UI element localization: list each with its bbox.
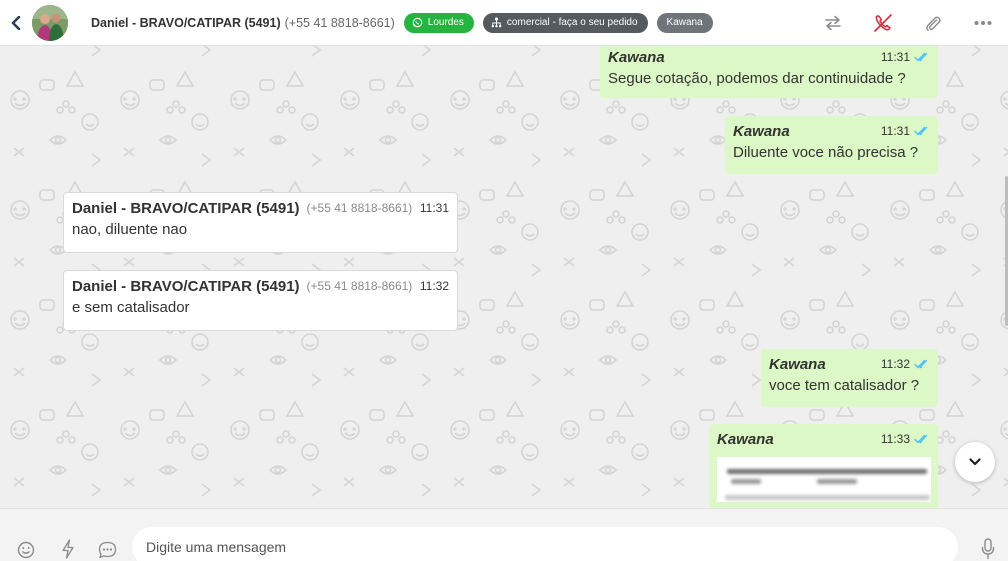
more-options-button[interactable]: [958, 0, 1008, 46]
chevron-down-icon: [969, 458, 981, 466]
quick-replies-button[interactable]: [57, 538, 79, 560]
attendant-badge-label: Kawana: [666, 17, 703, 28]
speech-bubble-icon: [98, 541, 116, 559]
message-text: nao, diluente nao: [72, 221, 188, 238]
lightning-icon: [62, 539, 74, 559]
incoming-message[interactable]: Daniel - BRAVO/CATIPAR (5491) (+55 41 88…: [63, 192, 458, 253]
read-receipt-icon: [914, 434, 930, 444]
message-sender: Kawana: [769, 355, 826, 373]
message-text: voce tem catalisador ?: [769, 377, 920, 394]
chat-bubble-button[interactable]: [96, 539, 118, 561]
paperclip-icon: [926, 16, 941, 31]
outgoing-image-message[interactable]: Kawana 11:33: [709, 424, 938, 508]
contact-name[interactable]: Daniel - BRAVO/CATIPAR (5491): [91, 16, 281, 30]
message-time: 11:31: [880, 50, 910, 64]
read-receipt-icon: [914, 52, 930, 62]
chevron-left-icon: [11, 15, 21, 30]
transfer-button[interactable]: [808, 0, 858, 46]
scroll-to-bottom-button[interactable]: [955, 442, 995, 482]
message-time: 11:31: [880, 124, 910, 138]
read-receipt-icon: [914, 359, 930, 369]
message-time: 11:33: [880, 432, 910, 446]
outgoing-message[interactable]: Kawana 11:31 Diluente voce não precisa ?: [725, 116, 938, 174]
message-composer: [0, 508, 1008, 561]
department-badge[interactable]: comercial - faça o seu pedido: [482, 12, 648, 33]
agent-badge[interactable]: Lourdes: [403, 12, 474, 33]
agent-badge-label: Lourdes: [427, 17, 464, 28]
image-attachment[interactable]: [717, 457, 931, 502]
more-icon: [974, 21, 992, 25]
phone-off-icon: [874, 14, 892, 32]
attendant-badge[interactable]: Kawana: [656, 12, 713, 33]
message-time: 11:32: [419, 279, 449, 293]
emoji-icon: [17, 541, 35, 559]
message-sender: Daniel - BRAVO/CATIPAR (5491): [72, 199, 300, 217]
message-sender: Kawana: [717, 430, 774, 448]
avatar-photo-icon: [32, 4, 68, 41]
message-input[interactable]: [132, 527, 958, 561]
chat-header: Daniel - BRAVO/CATIPAR (5491) (+55 41 88…: [0, 0, 1008, 46]
contact-avatar[interactable]: [32, 4, 68, 41]
department-badge-label: comercial - faça o seu pedido: [506, 17, 638, 28]
microphone-icon: [981, 538, 995, 560]
message-time: 11:32: [880, 357, 910, 371]
outgoing-message[interactable]: Kawana 11:32 voce tem catalisador ?: [761, 349, 938, 407]
whatsapp-icon: [412, 17, 423, 28]
message-text: Segue cotação, podemos dar continuidade …: [608, 70, 906, 87]
read-receipt-icon: [914, 126, 930, 136]
sitemap-icon: [491, 17, 502, 28]
emoji-button[interactable]: [15, 539, 37, 561]
attach-button[interactable]: [908, 0, 958, 46]
message-sender: Daniel - BRAVO/CATIPAR (5491): [72, 277, 300, 295]
outgoing-message[interactable]: Kawana 11:31 Segue cotação, podemos dar …: [600, 46, 938, 98]
message-sender: Kawana: [733, 122, 790, 140]
message-time: 11:31: [419, 201, 449, 215]
header-actions: [808, 0, 1008, 46]
incoming-message[interactable]: Daniel - BRAVO/CATIPAR (5491) (+55 41 88…: [63, 270, 458, 331]
message-text: e sem catalisador: [72, 299, 190, 316]
voice-message-button[interactable]: [977, 537, 999, 561]
message-text: Diluente voce não precisa ?: [733, 144, 919, 161]
sender-phone: (+55 41 8818-8661): [306, 279, 413, 293]
transfer-icon: [825, 15, 841, 31]
message-list[interactable]: Kawana 11:31 Segue cotação, podemos dar …: [0, 46, 1008, 508]
end-call-button[interactable]: [858, 0, 908, 46]
message-sender: Kawana: [608, 48, 665, 66]
contact-phone: (+55 41 8818-8661): [284, 15, 395, 30]
sender-phone: (+55 41 8818-8661): [306, 201, 413, 215]
back-button[interactable]: [3, 0, 29, 46]
